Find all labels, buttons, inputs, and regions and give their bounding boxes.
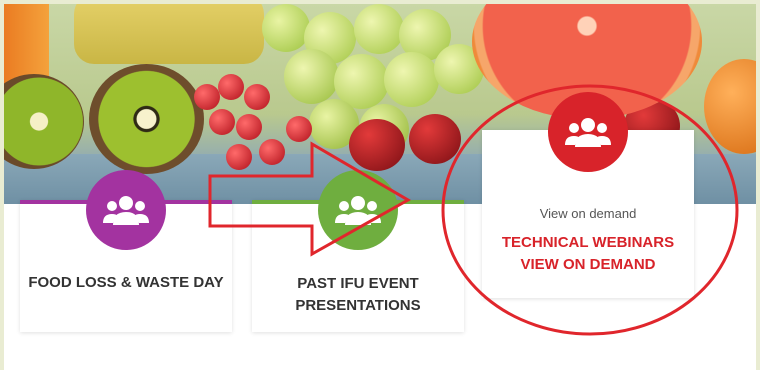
page: FOOD LOSS & WASTE DAY PAST IFU EVENT PRE… — [4, 4, 756, 370]
card-title-line1: PAST IFU EVENT — [297, 275, 419, 292]
currant — [218, 74, 244, 100]
currant — [236, 114, 262, 140]
cherry — [409, 114, 461, 164]
currant — [226, 144, 252, 170]
card-cta-line1: TECHNICAL WEBINARS — [501, 234, 675, 251]
grape — [384, 52, 439, 107]
currant — [209, 109, 235, 135]
users-icon — [86, 170, 166, 250]
currant — [286, 116, 312, 142]
card-title[interactable]: FOOD LOSS & WASTE DAY — [20, 274, 232, 291]
users-icon — [548, 92, 628, 172]
yellow-drink — [74, 4, 264, 64]
card-cta-line2: VIEW ON DEMAND — [520, 256, 656, 273]
orange — [704, 59, 756, 154]
card-subtitle: View on demand — [539, 206, 637, 221]
currant — [259, 139, 285, 165]
grape — [262, 4, 310, 52]
currant — [244, 84, 270, 110]
grape — [354, 4, 404, 54]
card-cta-link[interactable]: TECHNICAL WEBINARS VIEW ON DEMAND — [482, 232, 694, 276]
grape — [284, 49, 339, 104]
users-icon — [318, 170, 398, 250]
card-title-line2: PRESENTATIONS — [295, 297, 421, 314]
card-title[interactable]: PAST IFU EVENT PRESENTATIONS — [252, 273, 464, 317]
cherry — [349, 119, 405, 171]
currant — [194, 84, 220, 110]
kiwi-center — [89, 64, 204, 174]
